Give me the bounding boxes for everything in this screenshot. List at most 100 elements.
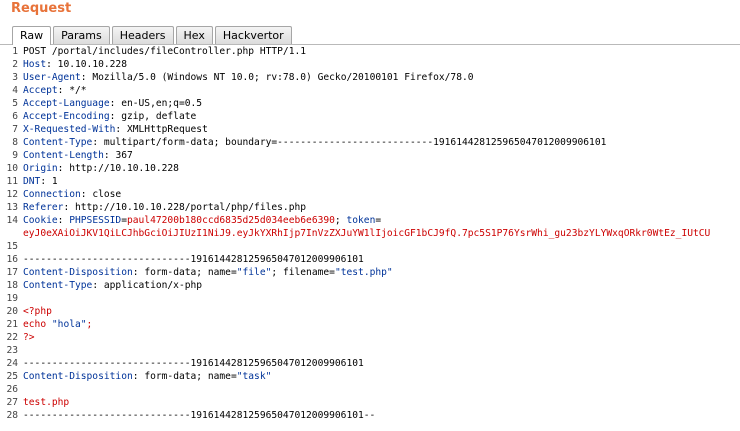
header-name: Accept-Encoding [23, 111, 110, 122]
header-value: XMLHttpRequest [126, 124, 208, 135]
header-line: 4 Accept: */* [0, 84, 740, 97]
header-name: Accept-Language [23, 98, 110, 109]
tab-raw[interactable]: Raw [12, 26, 52, 45]
header-line: 18 Content-Type: application/x-php [0, 279, 740, 292]
header-value: gzip, deflate [121, 111, 197, 122]
line-number: 1 [12, 46, 18, 57]
header-value: application/x-php [103, 280, 203, 291]
task-value: test.php [23, 397, 70, 408]
header-value: ; filename= [271, 267, 335, 278]
line-number: 4 [12, 85, 18, 96]
php-string: "hola" [51, 319, 87, 330]
body-line: 22 ?> [0, 331, 740, 344]
header-name: Content-Type [23, 280, 93, 291]
line-number: 16 [6, 254, 18, 265]
line-number: 26 [6, 384, 18, 395]
line-number: 21 [6, 319, 18, 330]
blank-line: 15 [0, 240, 740, 253]
header-value: form-data; name= [144, 371, 237, 382]
line-number: 28 [6, 410, 18, 421]
line-number: 27 [6, 397, 18, 408]
request-line-text: POST /portal/includes/fileController.php… [23, 46, 307, 57]
body-line: 21 echo "hola"; [0, 318, 740, 331]
line-number: 18 [6, 280, 18, 291]
boundary-line: 16 -----------------------------191614428… [0, 253, 740, 266]
header-line: 9 Content-Length: 367 [0, 149, 740, 162]
header-name: Host [23, 59, 47, 70]
line-number: 6 [12, 111, 18, 122]
header-name: Connection [23, 189, 81, 200]
header-line: 5 Accept-Language: en-US,en;q=0.5 [0, 97, 740, 110]
header-value: Mozilla/5.0 (Windows NT 10.0; rv:78.0) G… [92, 72, 474, 83]
field-name-string: "task" [236, 371, 272, 382]
header-name: DNT [23, 176, 41, 187]
php-close-tag: ?> [23, 332, 35, 343]
header-name: Content-Disposition [23, 371, 133, 382]
request-title: Request [11, 1, 72, 16]
cookie-value: paul47200b180ccd6835d25d034eeb6e6390 [126, 215, 335, 226]
request-line: 1 POST /portal/includes/fileController.ph… [0, 45, 740, 58]
header-value: 1 [51, 176, 58, 187]
cookie-name: PHPSESSID [69, 215, 122, 226]
header-value: form-data; name= [144, 267, 237, 278]
line-number: 22 [6, 332, 18, 343]
line-number: 11 [6, 176, 18, 187]
boundary-line: 24 -----------------------------191614428… [0, 357, 740, 370]
header-line: 8 Content-Type: multipart/form-data; boun… [0, 136, 740, 149]
cookie-line: 14 Cookie: PHPSESSID=paul47200b180ccd6835… [0, 214, 740, 227]
line-number: 17 [6, 267, 18, 278]
boundary-text: -----------------------------19161442812… [23, 358, 364, 369]
body-line: 20 <?php [0, 305, 740, 318]
header-name: Referer [23, 202, 64, 213]
line-number: 14 [6, 215, 18, 226]
header-line: 2 Host: 10.10.10.228 [0, 58, 740, 71]
header-name: Cookie [23, 215, 58, 226]
header-value: 10.10.10.228 [57, 59, 127, 70]
token-value: eyJ0eXAiOiJKV1QiLCJhbGciOiJIUzI1NiJ9.eyJ… [23, 228, 711, 239]
header-name: X-Requested-With [23, 124, 116, 135]
header-value: close [92, 189, 122, 200]
raw-request-editor[interactable]: 1 POST /portal/includes/fileController.ph… [0, 45, 740, 431]
tab-hex[interactable]: Hex [175, 26, 213, 44]
line-number: 13 [6, 202, 18, 213]
header-line: 25 Content-Disposition: form-data; name="… [0, 370, 740, 383]
header-value: 367 [115, 150, 133, 161]
line-number: 25 [6, 371, 18, 382]
filename-string: "test.php" [334, 267, 393, 278]
tab-hackvertor[interactable]: Hackvertor [214, 26, 292, 44]
line-number: 24 [6, 358, 18, 369]
cookie-name: token [346, 215, 376, 226]
header-value: http://10.10.10.228/portal/php/files.php [75, 202, 307, 213]
header-name: Content-Length [23, 150, 104, 161]
header-name: Content-Disposition [23, 267, 133, 278]
header-line: 3 User-Agent: Mozilla/5.0 (Windows NT 10.… [0, 71, 740, 84]
line-number: 9 [12, 150, 18, 161]
body-line: 27 test.php [0, 396, 740, 409]
tab-bar: Raw Params Headers Hex Hackvertor [0, 24, 740, 45]
blank-line: 23 [0, 344, 740, 357]
line-number: 10 [6, 163, 18, 174]
header-line: 7 X-Requested-With: XMLHttpRequest [0, 123, 740, 136]
boundary-text: -----------------------------19161442812… [23, 410, 376, 421]
header-line: 13 Referer: http://10.10.10.228/portal/ph… [0, 201, 740, 214]
blank-line: 19 [0, 292, 740, 305]
line-number: 2 [12, 59, 18, 70]
line-number: 20 [6, 306, 18, 317]
field-name-string: "file" [236, 267, 272, 278]
header-line: 6 Accept-Encoding: gzip, deflate [0, 110, 740, 123]
php-echo: echo [23, 319, 52, 330]
header-line: 17 Content-Disposition: form-data; name="… [0, 266, 740, 279]
line-number: 15 [6, 241, 18, 252]
line-number: 8 [12, 137, 18, 148]
header-name: User-Agent [23, 72, 81, 83]
boundary-line: 28 -----------------------------191614428… [0, 409, 740, 422]
tab-params[interactable]: Params [53, 26, 110, 44]
tab-headers[interactable]: Headers [111, 26, 174, 44]
line-number: 19 [6, 293, 18, 304]
blank-line: 26 [0, 383, 740, 396]
tabs: Raw Params Headers Hex Hackvertor [12, 26, 294, 45]
header-name: Accept [23, 85, 58, 96]
line-number: 5 [12, 98, 18, 109]
line-number: 3 [12, 72, 18, 83]
php-open-tag: <?php [23, 306, 52, 317]
